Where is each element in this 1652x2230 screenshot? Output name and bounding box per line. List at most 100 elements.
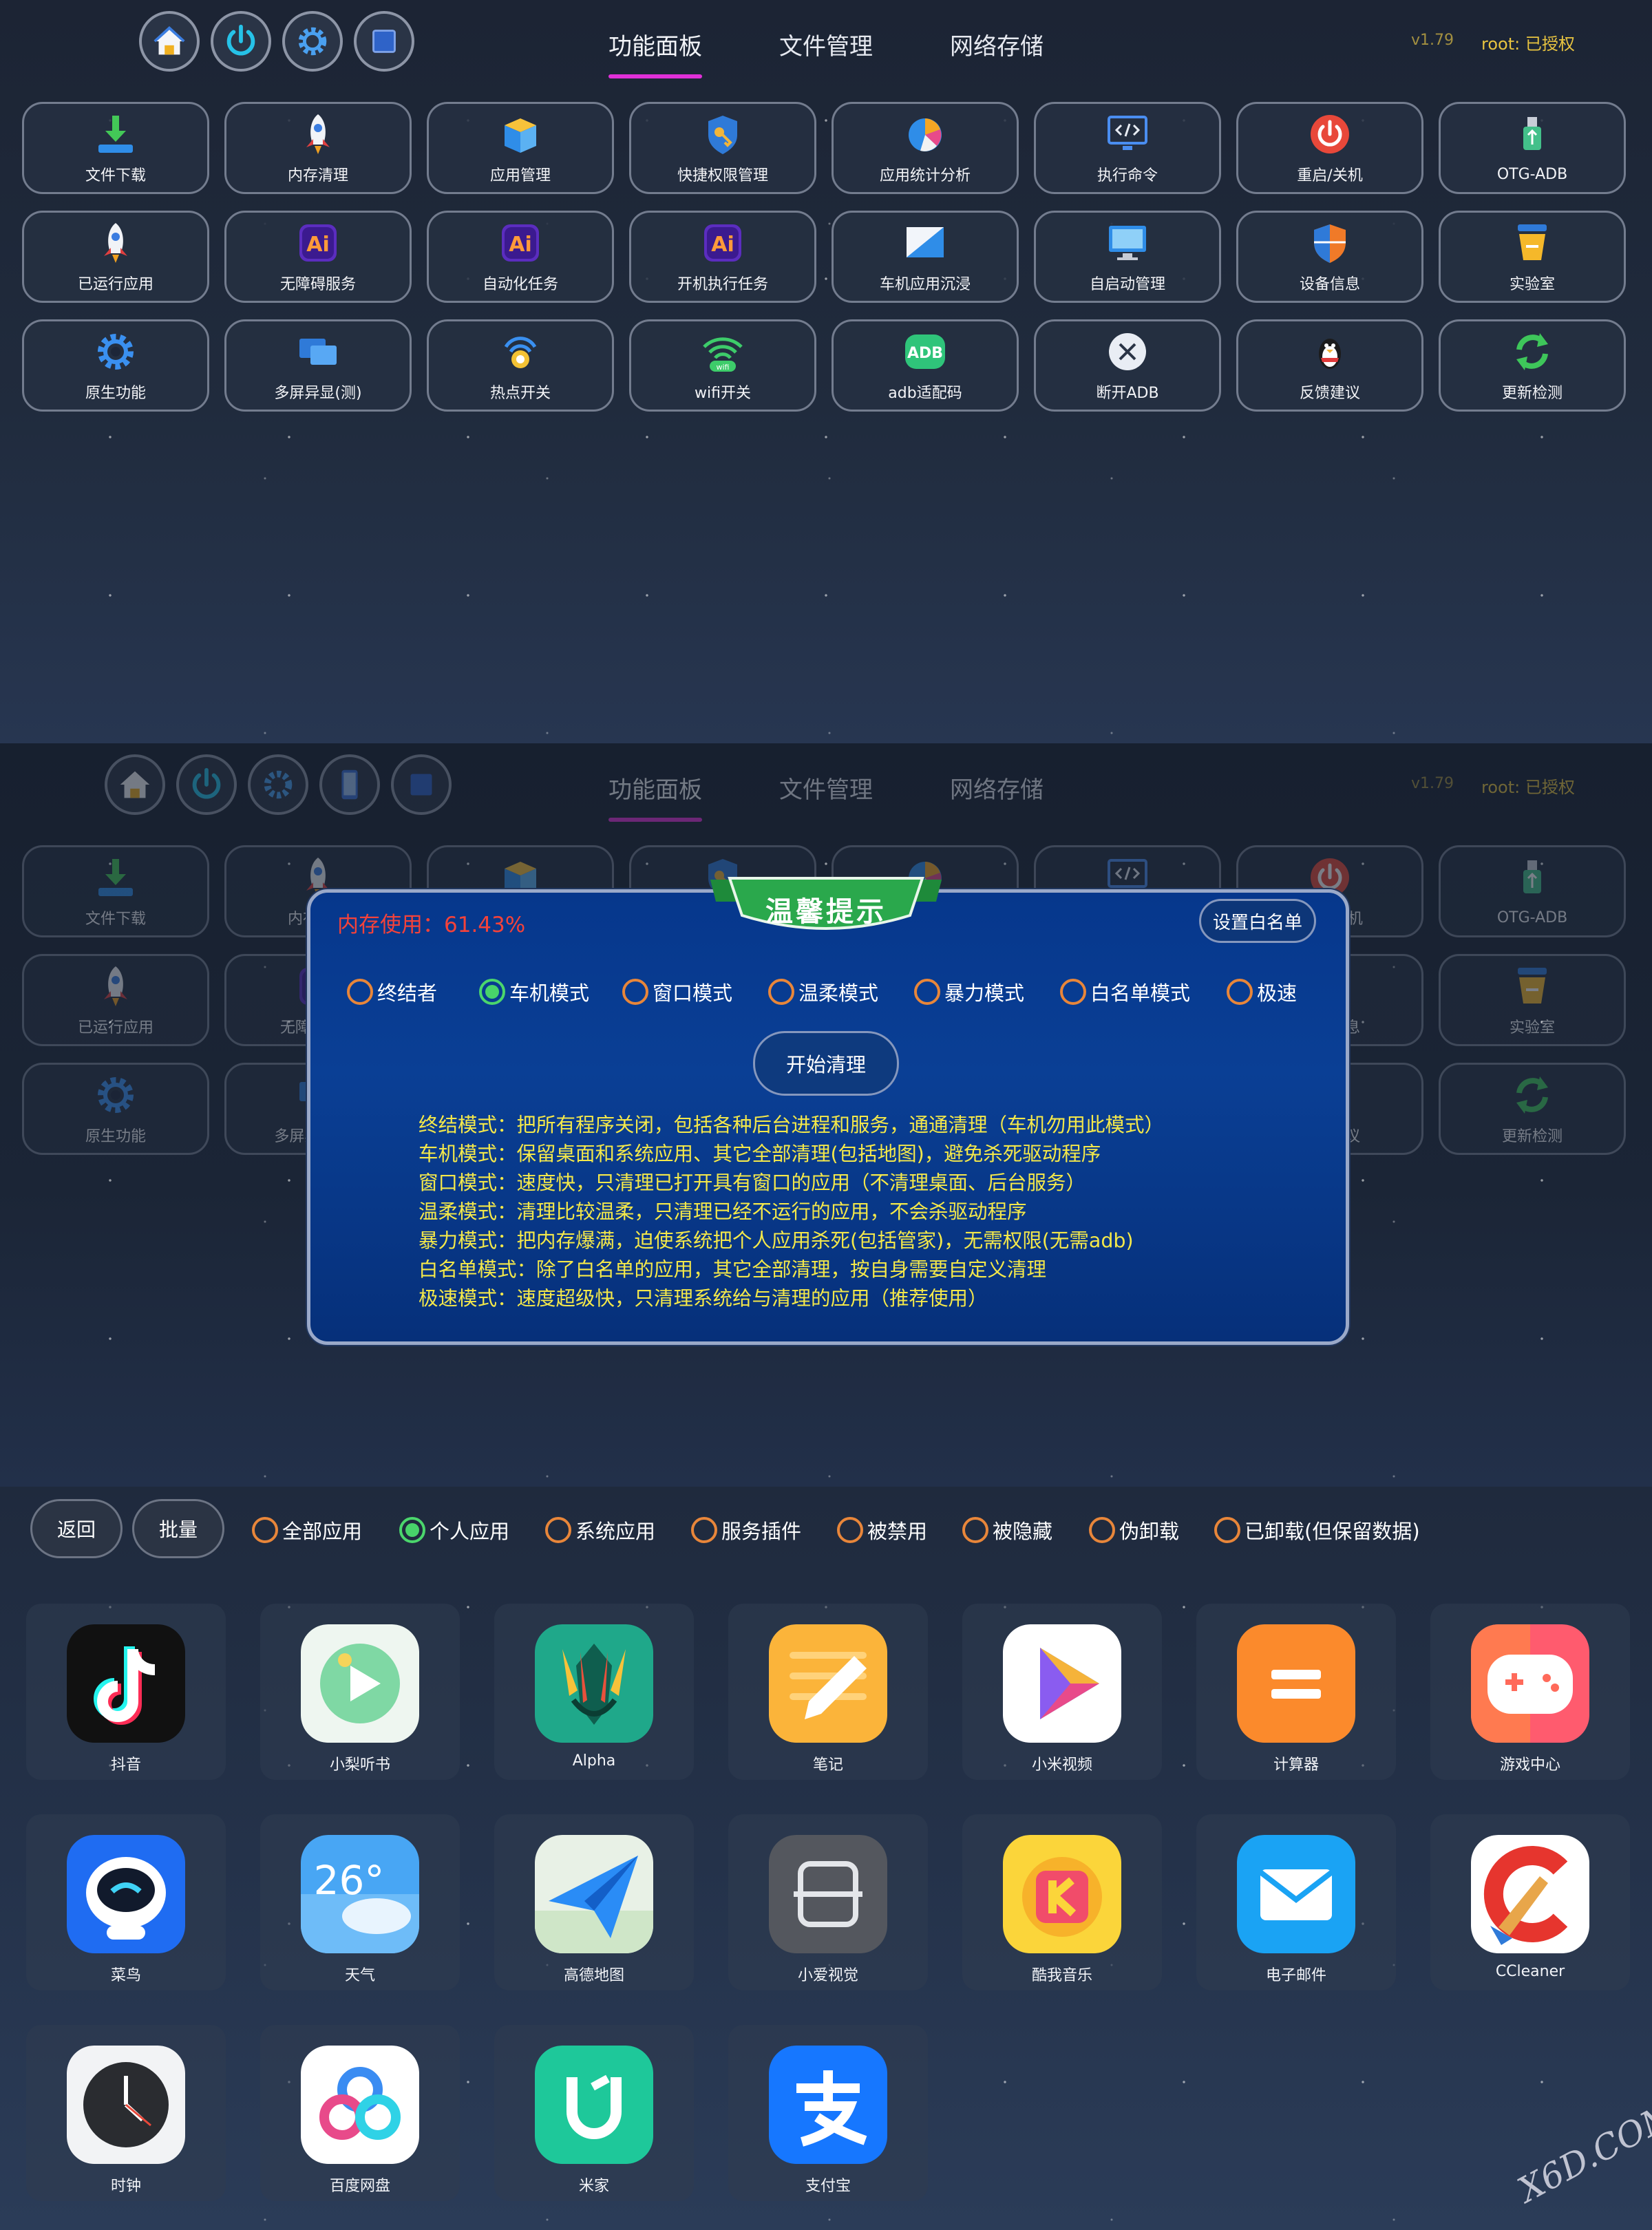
window-button[interactable] [391,754,452,815]
app-card[interactable]: 酷我音乐 [962,1814,1162,1990]
svg-text:ADB: ADB [907,345,943,362]
tile-icon: Ai [295,220,341,266]
audiobook-icon [301,1624,419,1743]
rocket-icon [104,223,127,263]
tab-function-panel[interactable]: 功能面板 [608,771,702,822]
function-tile[interactable]: 执行命令 [1034,102,1221,194]
function-tile[interactable]: 已运行应用 [22,954,209,1046]
mode-radio[interactable]: 暴力模式 [914,977,1024,1006]
app-card[interactable]: 时钟 [26,2025,226,2201]
app-filter-radio[interactable]: 个人应用 [399,1516,509,1544]
batch-button[interactable]: 批量 [132,1499,224,1558]
function-tile[interactable]: Ai 无障碍服务 [224,211,412,303]
function-tile[interactable]: 文件下载 [22,845,209,937]
app-card[interactable]: 百度网盘 [260,2025,460,2201]
function-tile[interactable]: OTG-ADB [1439,845,1626,937]
app-card[interactable]: Alpha [494,1604,694,1780]
settings-button[interactable] [248,754,308,815]
ai-icon: Ai [299,224,337,262]
ccleaner-icon [1471,1835,1589,1953]
app-card[interactable]: 电子邮件 [1196,1814,1396,1990]
home-button[interactable] [105,754,165,815]
home-button[interactable] [139,11,200,72]
app-card[interactable]: 笔记 [728,1604,928,1780]
pie-chart-icon [909,118,942,151]
app-filter-radio[interactable]: 已卸载(但保留数据) [1214,1516,1420,1544]
back-button[interactable]: 返回 [30,1499,123,1558]
tab-function-panel[interactable]: 功能面板 [608,28,702,78]
settings-button[interactable] [282,11,343,72]
tab-file-manager[interactable]: 文件管理 [779,28,873,76]
function-tile[interactable]: wifi wifi开关 [629,319,816,412]
app-card[interactable]: 米家 [494,2025,694,2201]
mode-radio[interactable]: 极速 [1227,977,1297,1006]
start-clean-button[interactable]: 开始清理 [753,1031,899,1096]
function-tile[interactable]: 重启/关机 [1236,102,1423,194]
function-tile[interactable]: 应用管理 [427,102,614,194]
app-filter-radio[interactable]: 全部应用 [252,1516,362,1544]
function-tile[interactable]: 多屏异显(测) [224,319,412,412]
function-tile[interactable]: 实验室 [1439,954,1626,1046]
power-button[interactable] [176,754,237,815]
app-card[interactable]: 26° 天气 [260,1814,460,1990]
app-label: 计算器 [1273,1756,1319,1774]
tab-file-manager[interactable]: 文件管理 [779,771,873,819]
app-card[interactable]: 小米视频 [962,1604,1162,1780]
app-filter-radio[interactable]: 被禁用 [837,1516,927,1544]
tile-icon: wifi [699,328,746,375]
function-tile[interactable]: 实验室 [1439,211,1626,303]
mode-label: 终结者 [377,981,438,1005]
function-tile[interactable]: 更新检测 [1439,1063,1626,1155]
app-filter-radio[interactable]: 被隐藏 [962,1516,1052,1544]
mode-label: 车机模式 [509,981,590,1005]
function-tile[interactable]: 反馈建议 [1236,319,1423,412]
function-tile[interactable]: 快捷权限管理 [629,102,816,194]
function-tile[interactable]: 热点开关 [427,319,614,412]
function-tile[interactable]: 更新检测 [1439,319,1626,412]
app-filter-radio[interactable]: 服务插件 [691,1516,801,1544]
tab-network-storage[interactable]: 网络存储 [950,771,1044,819]
function-tile[interactable]: Ai 开机执行任务 [629,211,816,303]
mode-radio[interactable]: 温柔模式 [768,977,878,1006]
app-card[interactable]: 支付宝 [728,2025,928,2201]
app-card[interactable]: 小爱视觉 [728,1814,928,1990]
set-whitelist-button[interactable]: 设置白名单 [1199,899,1316,943]
function-tile[interactable]: 断开ADB [1034,319,1221,412]
tile-label: 自动化任务 [482,276,558,293]
tile-icon: ADB [902,328,949,375]
function-tile[interactable]: 原生功能 [22,319,209,412]
function-tile[interactable]: 设备信息 [1236,211,1423,303]
app-card[interactable]: 小梨听书 [260,1604,460,1780]
app-filter-radio[interactable]: 伪卸载 [1089,1516,1179,1544]
function-tile[interactable]: 内存清理 [224,102,412,194]
app-icon: 26° [301,1835,419,1953]
mode-radio[interactable]: 窗口模式 [622,977,732,1006]
app-card[interactable]: CCleaner [1430,1814,1630,1990]
function-tile[interactable]: 车机应用沉浸 [832,211,1019,303]
function-tile[interactable]: ADB adb适配码 [832,319,1019,412]
function-tile[interactable]: 文件下载 [22,102,209,194]
app-card[interactable]: 菜鸟 [26,1814,226,1990]
app-icon [301,1624,419,1743]
power-button[interactable] [211,11,271,72]
function-tile[interactable]: 已运行应用 [22,211,209,303]
function-tile[interactable]: 原生功能 [22,1063,209,1155]
tile-icon [1509,328,1556,375]
function-tile[interactable]: OTG-ADB [1439,102,1626,194]
function-tile[interactable]: 应用统计分析 [832,102,1019,194]
mode-label: 温柔模式 [798,981,879,1005]
tab-network-storage[interactable]: 网络存储 [950,28,1044,76]
window-button[interactable] [354,11,414,72]
app-card[interactable]: 计算器 [1196,1604,1396,1780]
app-card[interactable]: 高德地图 [494,1814,694,1990]
app-label: 小米视频 [1031,1756,1092,1774]
function-tile[interactable]: 自启动管理 [1034,211,1221,303]
mode-radio[interactable]: 车机模式 [479,977,589,1006]
function-tile[interactable]: Ai 自动化任务 [427,211,614,303]
mode-radio[interactable]: 白名单模式 [1060,977,1190,1006]
app-card[interactable]: 抖音 [26,1604,226,1780]
app-card[interactable]: 游戏中心 [1430,1604,1630,1780]
mode-radio[interactable]: 终结者 [347,977,437,1006]
phone-button[interactable] [319,754,380,815]
app-filter-radio[interactable]: 系统应用 [545,1516,655,1544]
